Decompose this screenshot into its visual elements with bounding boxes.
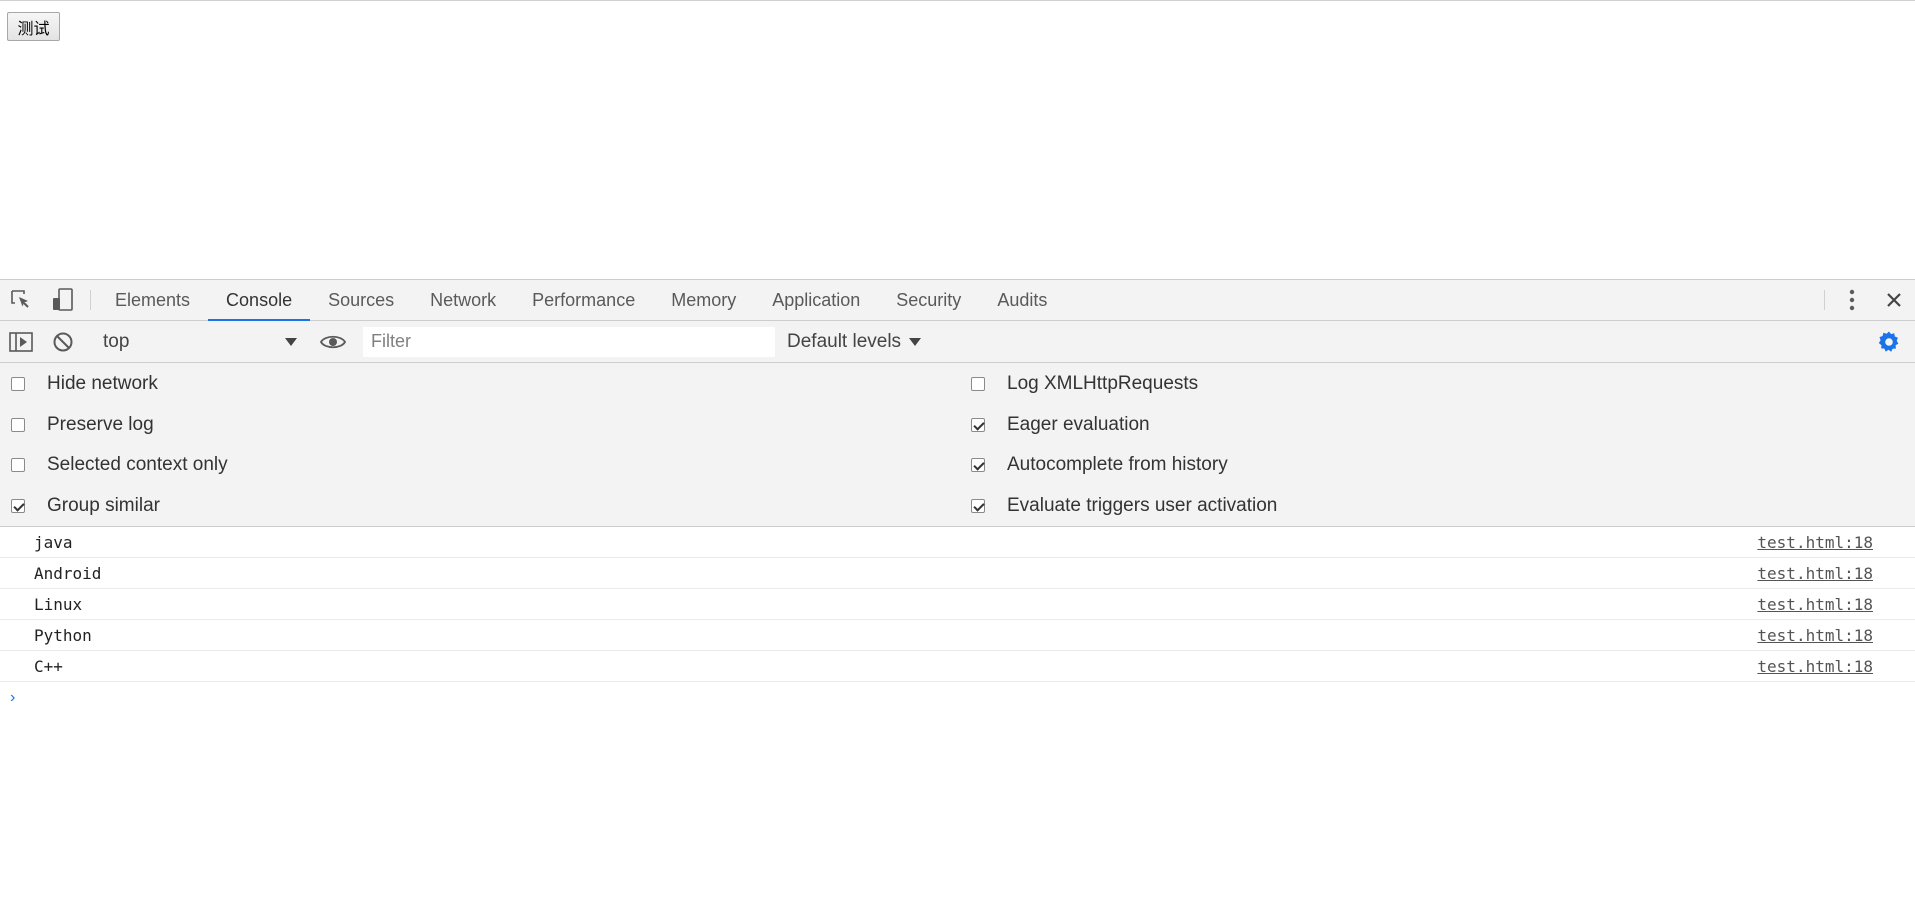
test-button[interactable]: 测试 — [7, 12, 60, 41]
setting-eager-evaluation[interactable]: Eager evaluation — [971, 414, 1150, 436]
tab-elements[interactable]: Elements — [97, 280, 208, 320]
message-source-link[interactable]: test.html:18 — [1757, 533, 1873, 552]
log-levels-label: Default levels — [787, 330, 902, 352]
tab-network[interactable]: Network — [412, 280, 514, 320]
tab-sources[interactable]: Sources — [310, 280, 412, 320]
console-message: Linux test.html:18 — [0, 589, 1915, 620]
console-message: C++ test.html:18 — [0, 651, 1915, 682]
message-source-link[interactable]: test.html:18 — [1757, 595, 1873, 614]
setting-preserve-log[interactable]: Preserve log — [11, 414, 154, 436]
eager-evaluation-checkbox[interactable] — [971, 418, 985, 432]
console-prompt[interactable]: › — [0, 682, 1915, 714]
setting-label: Group similar — [47, 495, 160, 516]
console-messages: java test.html:18 Android test.html:18 L… — [0, 527, 1915, 714]
setting-hide-network[interactable]: Hide network — [11, 373, 158, 395]
message-text: Python — [34, 625, 92, 645]
preserve-log-checkbox[interactable] — [11, 418, 25, 432]
inspect-element-icon[interactable] — [0, 280, 42, 320]
message-source-link[interactable]: test.html:18 — [1757, 626, 1873, 645]
message-text: Linux — [34, 594, 83, 614]
message-source-link[interactable]: test.html:18 — [1757, 657, 1873, 676]
log-levels-dropdown[interactable]: Default levels — [787, 330, 922, 353]
setting-label: Hide network — [47, 373, 158, 394]
message-source-link[interactable]: test.html:18 — [1757, 564, 1873, 583]
context-value: top — [103, 330, 130, 352]
filter-input[interactable] — [363, 326, 775, 357]
clear-console-icon[interactable] — [42, 331, 84, 353]
console-settings-gear-icon[interactable] — [1875, 328, 1903, 356]
setting-label: Preserve log — [47, 414, 154, 435]
message-text: C++ — [34, 656, 63, 676]
page-viewport: 测试 — [0, 0, 1915, 279]
tab-memory[interactable]: Memory — [653, 280, 754, 320]
hide-network-checkbox[interactable] — [11, 377, 25, 391]
toolbar-divider — [1824, 290, 1825, 310]
more-options-icon[interactable] — [1831, 280, 1873, 320]
setting-selected-context-only[interactable]: Selected context only — [11, 454, 228, 476]
console-message: Android test.html:18 — [0, 558, 1915, 589]
close-icon[interactable] — [1873, 280, 1915, 320]
tab-application[interactable]: Application — [754, 280, 878, 320]
tab-performance[interactable]: Performance — [514, 280, 653, 320]
autocomplete-from-history-checkbox[interactable] — [971, 458, 985, 472]
console-message: Python test.html:18 — [0, 620, 1915, 651]
setting-label: Evaluate triggers user activation — [1007, 495, 1278, 516]
setting-autocomplete-from-history[interactable]: Autocomplete from history — [971, 454, 1228, 476]
group-similar-checkbox[interactable] — [11, 499, 25, 513]
console-toolbar: top Default levels — [0, 321, 1915, 363]
devtools-tabbar: Elements Console Sources Network Perform… — [0, 279, 1915, 321]
toolbar-divider — [90, 290, 91, 310]
setting-label: Eager evaluation — [1007, 414, 1150, 435]
setting-log-xmlhttprequests[interactable]: Log XMLHttpRequests — [971, 373, 1198, 395]
message-text: java — [34, 532, 73, 552]
setting-label: Selected context only — [47, 454, 228, 475]
console-settings-pane: Hide network Preserve log Selected conte… — [0, 363, 1915, 527]
evaluate-triggers-user-activation-checkbox[interactable] — [971, 499, 985, 513]
tab-console[interactable]: Console — [208, 280, 311, 321]
log-xmlhttprequests-checkbox[interactable] — [971, 377, 985, 391]
message-text: Android — [34, 563, 102, 583]
tab-audits[interactable]: Audits — [979, 280, 1065, 320]
device-toolbar-icon[interactable] — [42, 280, 84, 320]
show-sidebar-icon[interactable] — [0, 331, 42, 352]
selected-context-only-checkbox[interactable] — [11, 458, 25, 472]
setting-label: Autocomplete from history — [1007, 454, 1228, 475]
dropdown-arrow-icon — [285, 337, 297, 346]
tab-security[interactable]: Security — [878, 280, 979, 320]
setting-evaluate-triggers-user-activation[interactable]: Evaluate triggers user activation — [971, 495, 1277, 517]
live-expression-eye-icon[interactable] — [312, 334, 354, 350]
dropdown-arrow-icon — [909, 337, 922, 346]
setting-group-similar[interactable]: Group similar — [11, 495, 160, 517]
prompt-chevron-icon: › — [10, 689, 16, 706]
context-select[interactable]: top — [93, 326, 311, 358]
devtools-panel: Elements Console Sources Network Perform… — [0, 279, 1915, 905]
setting-label: Log XMLHttpRequests — [1007, 373, 1199, 394]
console-message: java test.html:18 — [0, 527, 1915, 558]
